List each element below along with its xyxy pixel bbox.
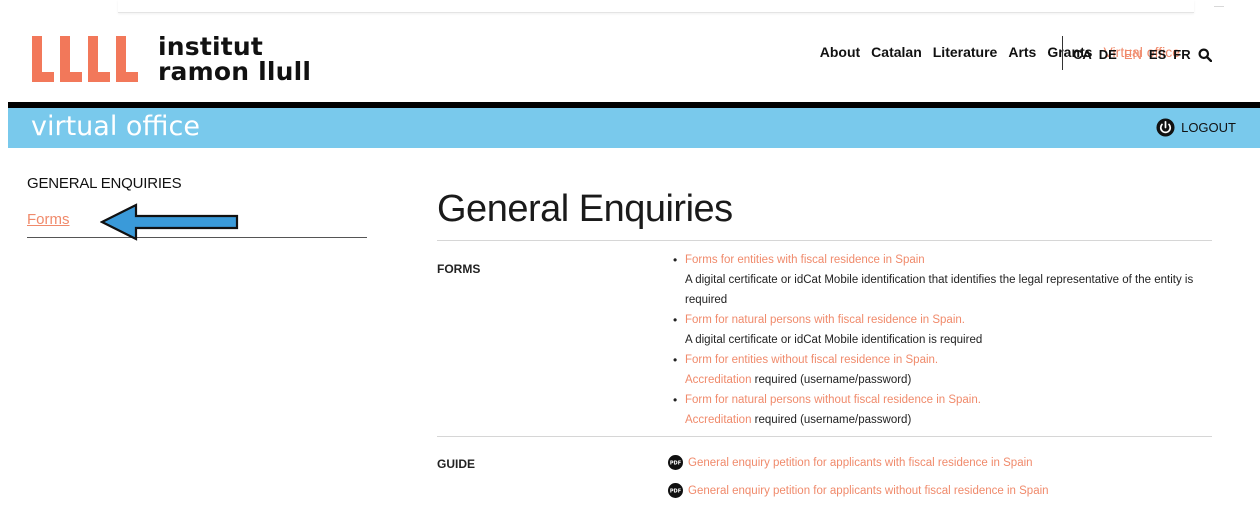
browser-top-mark [1214,6,1224,7]
form-note: required (username/password) [751,374,912,386]
section-divider-bottom [437,436,1212,437]
section-divider-top [437,240,1212,241]
form-link-entities-spain[interactable]: Forms for entities with fiscal residence… [685,254,925,266]
lang-ca[interactable]: CA [1073,47,1092,62]
guide-link-without-residence[interactable]: PDF General enquiry petition for applica… [668,483,1049,498]
page-title: General Enquiries [437,188,733,230]
nav-divider [1062,36,1063,70]
guide-label: GUIDE [437,457,476,471]
forms-list: Forms for entities with fiscal residence… [672,250,1212,430]
form-link-entities-abroad[interactable]: Form for entities without fiscal residen… [685,354,935,366]
form-note: required (username/password) [751,414,912,426]
nav-arts[interactable]: Arts [1008,44,1036,60]
banner-title: virtual office [31,111,200,142]
logo-line-1: institut [158,32,264,61]
browser-top-strip [118,0,1194,13]
list-item: Form for entities without fiscal residen… [672,350,1212,390]
sidebar-link-forms[interactable]: Forms [27,211,70,228]
logout-button[interactable]: LOGOUT [1156,118,1236,137]
search-icon[interactable] [1198,48,1212,62]
form-note: A digital certificate or idCat Mobile id… [685,334,983,346]
accreditation-link[interactable]: Accreditation [685,374,751,386]
nav-about[interactable]: About [820,44,860,60]
list-item: Form for natural persons with fiscal res… [672,310,1212,350]
form-link-persons-spain[interactable]: Form for natural persons with fiscal res… [685,314,962,326]
logout-label: LOGOUT [1181,120,1236,135]
lang-en[interactable]: EN [1124,47,1142,62]
list-item: Forms for entities with fiscal residence… [672,250,1212,310]
power-icon [1156,118,1175,137]
form-link-persons-abroad[interactable]: Form for natural persons without fiscal … [685,394,978,406]
virtual-office-banner: virtual office LOGOUT [8,108,1260,148]
svg-text:PDF: PDF [670,461,681,467]
guide-link-label: General enquiry petition for applicants … [688,484,1049,497]
lang-es[interactable]: ES [1149,47,1166,62]
llll-logo-icon [32,36,138,82]
nav-literature[interactable]: Literature [933,44,998,60]
accreditation-link[interactable]: Accreditation [685,414,751,426]
lang-fr[interactable]: FR [1173,47,1190,62]
list-item: Form for natural persons without fiscal … [672,390,1212,430]
lang-de[interactable]: DE [1099,47,1117,62]
pdf-icon: PDF [668,483,683,498]
forms-label: FORMS [437,262,481,276]
guide-link-with-residence[interactable]: PDF General enquiry petition for applica… [668,455,1033,470]
pdf-icon: PDF [668,455,683,470]
left-arrow-annotation-icon [100,203,239,241]
guide-link-label: General enquiry petition for applicants … [688,456,1033,469]
language-switcher: CA DE EN ES FR [1073,47,1212,62]
logo-wordmark: institut ramon llull [158,34,311,84]
form-note: A digital certificate or idCat Mobile id… [685,274,1194,306]
sidebar-title: GENERAL ENQUIRIES [27,175,182,192]
nav-catalan[interactable]: Catalan [871,44,922,60]
svg-text:PDF: PDF [670,489,681,495]
logo-line-2: ramon llull [158,57,312,86]
